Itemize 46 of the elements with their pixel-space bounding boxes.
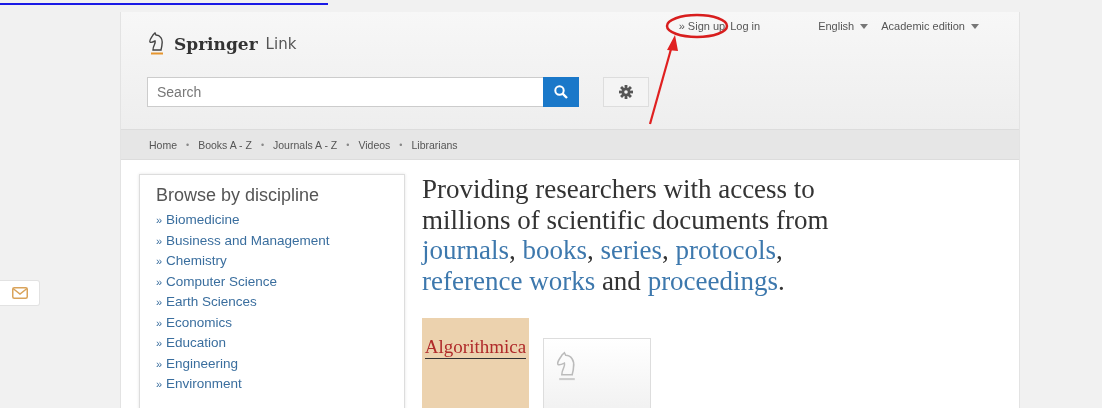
discipline-link[interactable]: » Biomedicine (156, 210, 388, 231)
headline-text: . (778, 265, 785, 296)
headline-text: , (662, 235, 670, 265)
settings-icon (619, 85, 633, 99)
envelope-icon (11, 287, 28, 299)
nav-link[interactable]: Home (149, 138, 177, 151)
dropdown-menu[interactable]: English (810, 20, 869, 32)
journal-cover[interactable]: Algorithmica (422, 318, 529, 408)
nav-separator: • (260, 139, 265, 150)
headline-text: , (776, 235, 783, 265)
discipline-link[interactable]: » Environment (156, 374, 388, 395)
caret-icon (971, 23, 979, 29)
discipline-link[interactable]: » Engineering (156, 353, 388, 374)
settings-button[interactable] (603, 77, 649, 107)
headline-text: , (587, 235, 595, 265)
discipline-link[interactable]: » Economics (156, 312, 388, 333)
nav-separator: • (346, 139, 350, 150)
nav-link[interactable]: Librarians (411, 138, 458, 151)
cover-title: Algorithmica (424, 336, 527, 359)
search-icon (554, 85, 568, 99)
headline-text: and (600, 265, 642, 296)
discipline-link[interactable]: » Business and Management (156, 230, 388, 251)
nav-separator: • (399, 139, 403, 150)
search-field[interactable]: Search (147, 77, 543, 107)
headline-text: Providing researchers with access to millions of scientific documents from (422, 174, 829, 235)
nav-separator: • (186, 139, 190, 150)
headline-link[interactable]: books (522, 235, 587, 265)
card-title: Browse by discipline (156, 185, 321, 206)
account-link[interactable]: Log in (730, 20, 761, 32)
dropdown-menu[interactable]: Academic edition (873, 20, 979, 32)
headline-link[interactable]: protocols (675, 235, 776, 265)
discipline-link[interactable]: » Computer Science (156, 271, 388, 292)
nav-link[interactable]: Books A - Z (198, 138, 252, 151)
discipline-link[interactable]: » Chemistry (156, 251, 388, 272)
discipline-link[interactable]: » Education (156, 333, 388, 354)
discipline-link[interactable]: » Earth Sciences (156, 292, 388, 313)
headline-link[interactable]: proceedings (647, 265, 779, 296)
search-button[interactable] (543, 77, 579, 107)
headline-text: , (509, 235, 517, 265)
headline-link[interactable]: journals (422, 235, 509, 265)
springer-link-logo[interactable]: Springer Link (147, 24, 297, 64)
caret-icon (860, 23, 869, 29)
headline-link[interactable]: reference works (422, 265, 596, 296)
headline-link[interactable]: series (600, 235, 662, 265)
nav-link[interactable]: Journals A - Z (273, 138, 338, 151)
nav-link[interactable]: Videos (358, 138, 391, 151)
